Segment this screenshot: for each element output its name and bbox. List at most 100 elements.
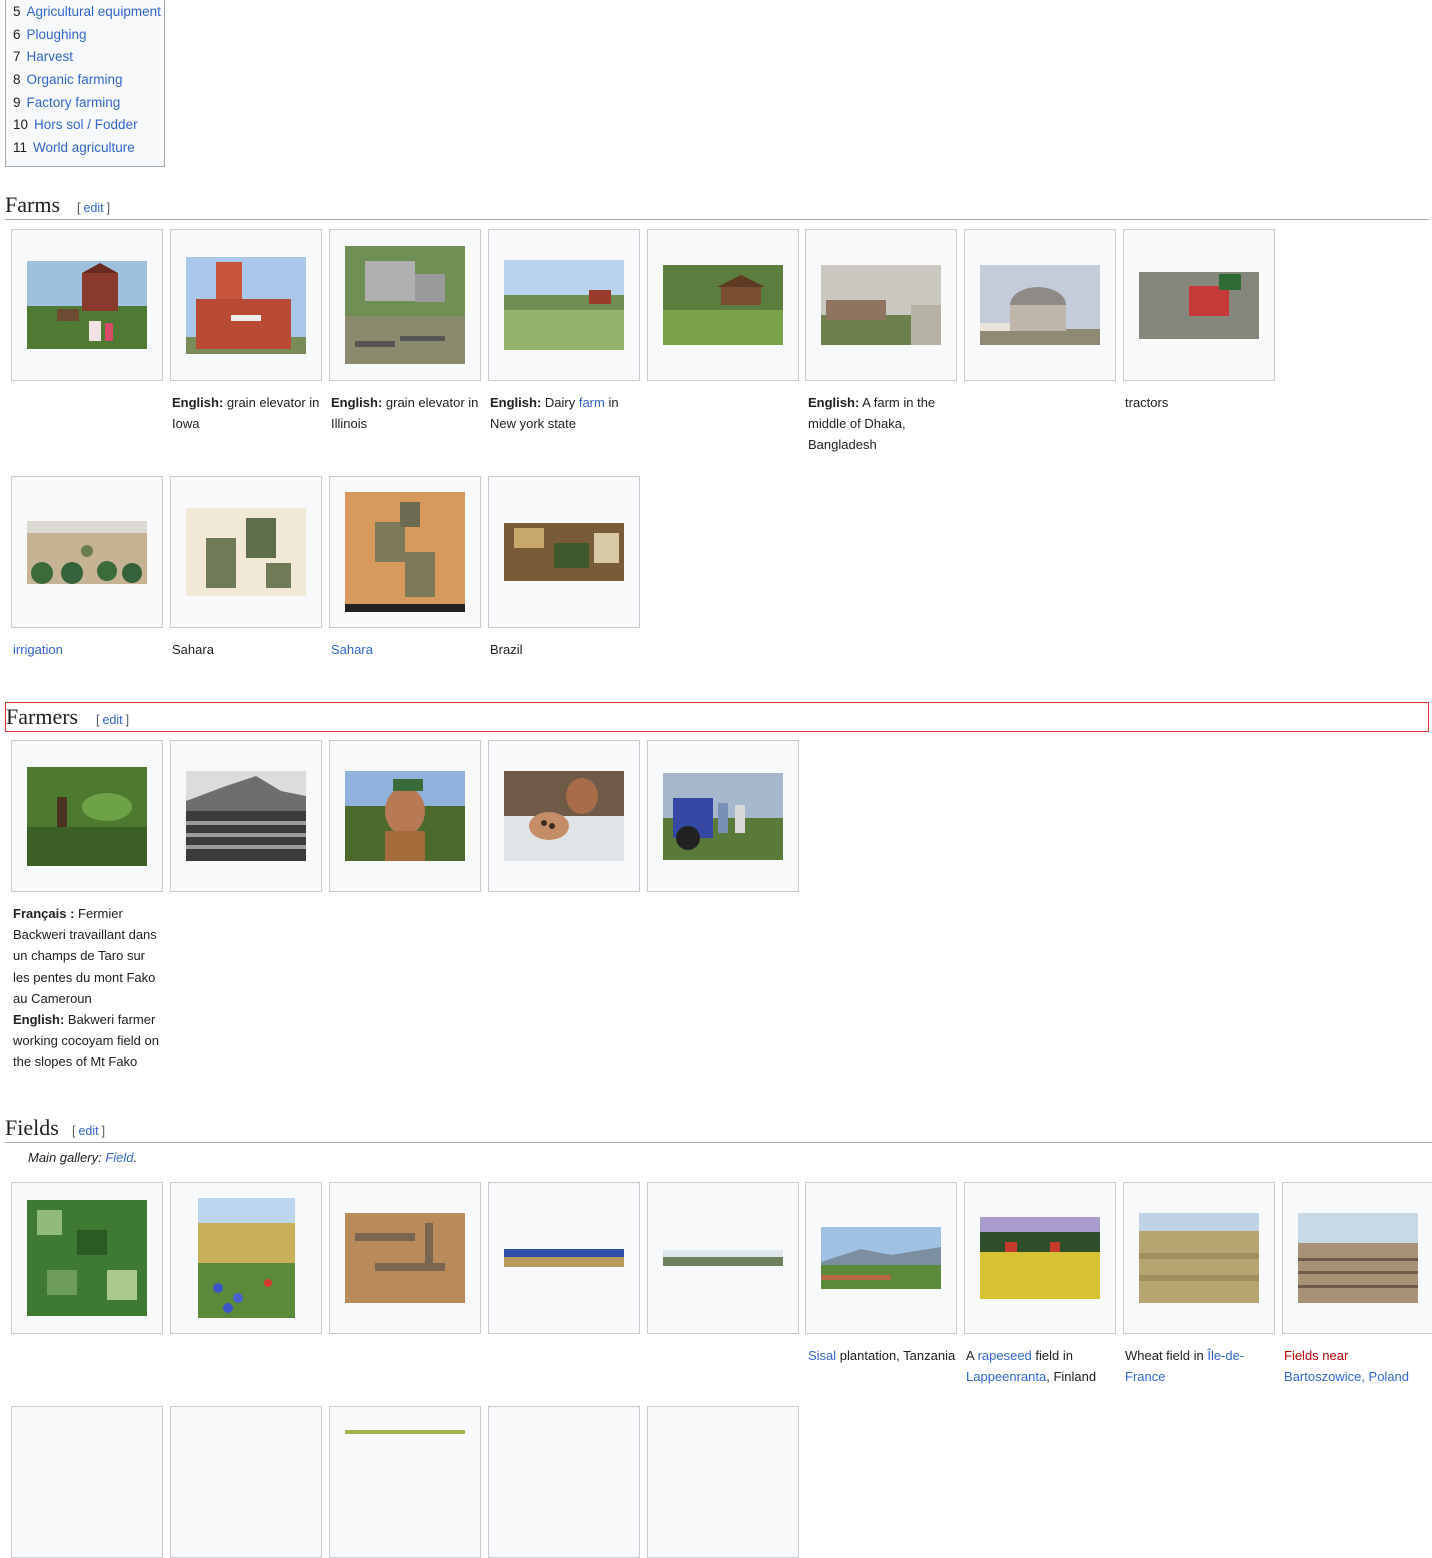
section-title: Fields (5, 1115, 59, 1140)
gallery-image-box[interactable] (11, 229, 163, 381)
field-thumbnail-image[interactable] (345, 1430, 465, 1434)
gallery-image-box[interactable] (329, 1406, 481, 1558)
sahara-farms-image[interactable] (186, 508, 306, 596)
gallery-image-box[interactable] (329, 1182, 481, 1334)
stone-walled-fields-image[interactable] (345, 1213, 465, 1303)
lappeenranta-link[interactable]: Lappeenranta (966, 1369, 1046, 1384)
table-of-contents: 5 Agricultural equipment 6 Ploughing 7 Harv… (5, 0, 165, 167)
gallery-image-box[interactable] (170, 476, 322, 628)
gallery-image-box[interactable] (805, 1182, 957, 1334)
gallery-image-box[interactable] (647, 740, 799, 892)
dairy-farm-image[interactable] (504, 260, 624, 350)
gallery-image-box[interactable] (1282, 1182, 1432, 1334)
gallery-image-box[interactable] (964, 229, 1116, 381)
gallery-image-box[interactable] (647, 1182, 799, 1334)
gallery-caption: Wheat field in Île-de-France (1125, 1348, 1245, 1385)
edit-section-link[interactable]: [edit] (72, 1124, 105, 1138)
farmers-tractor-image[interactable] (663, 773, 783, 860)
rapeseed-field-image[interactable] (980, 1217, 1100, 1299)
gallery-image-box[interactable] (170, 229, 322, 381)
wheat-field-image[interactable] (1139, 1213, 1259, 1303)
gallery-image-box[interactable] (488, 1182, 640, 1334)
toc-number: 11 (13, 140, 28, 156)
gallery-image-box[interactable] (11, 740, 163, 892)
toc-number: 6 (13, 26, 21, 42)
sisal-link[interactable]: Sisal (808, 1348, 836, 1363)
fields-near-redlink[interactable]: Fields near (1284, 1348, 1348, 1363)
toc-link[interactable]: Ploughing (27, 27, 87, 42)
gallery-image-box[interactable] (647, 1406, 799, 1558)
toc-item[interactable]: 6 Ploughing (13, 24, 161, 47)
gallery-image-box[interactable] (1123, 229, 1275, 381)
farm-horses-image[interactable] (27, 261, 147, 349)
farm-workers-bw-image[interactable] (186, 771, 306, 861)
gallery-image-box[interactable] (170, 740, 322, 892)
sisal-plantation-image[interactable] (821, 1227, 941, 1289)
gallery-image-box[interactable] (11, 1182, 163, 1334)
ploughed-fields-image[interactable] (1298, 1213, 1418, 1303)
irrigation-circles-image[interactable] (27, 521, 147, 584)
gallery-image-box[interactable] (329, 229, 481, 381)
toc-number: 8 (13, 72, 21, 88)
toc-item[interactable]: 7 Harvest (13, 46, 161, 69)
edit-section-link[interactable]: [edit] (77, 201, 110, 215)
gallery-caption: English: Dairy farm in New york state (490, 395, 619, 432)
section-heading-farmers: Farmers [edit] (5, 702, 1429, 732)
grain-elevator-iowa-image[interactable] (186, 257, 306, 354)
gallery-image-box[interactable] (11, 1406, 163, 1558)
wildflower-field-image[interactable] (198, 1198, 295, 1318)
round-barn-image[interactable] (980, 265, 1100, 345)
farm-link[interactable]: farm (579, 395, 605, 410)
gallery-caption: English: grain elevator in Illinois (331, 395, 479, 432)
swiss-farm-image[interactable] (663, 265, 783, 345)
gallery-image-box[interactable] (329, 740, 481, 892)
toc-item[interactable]: 9 Factory farming (13, 92, 161, 115)
gallery-image-box[interactable] (805, 229, 957, 381)
toc-item[interactable]: 5 Agricultural equipment (13, 1, 161, 24)
gallery-caption: Fields near Bartoszowice, Poland (1284, 1345, 1432, 1387)
edit-section-link[interactable]: [edit] (96, 713, 129, 727)
rapeseed-link[interactable]: rapeseed (978, 1348, 1032, 1363)
toc-link[interactable]: Agricultural equipment (27, 4, 161, 19)
toc-item[interactable]: 11 World agriculture (13, 137, 161, 160)
toc-link[interactable]: Organic farming (27, 72, 123, 87)
bartoszowice-link[interactable]: Bartoszowice, Poland (1284, 1369, 1409, 1384)
panorama-field-image[interactable] (504, 1249, 624, 1267)
sahara-link[interactable]: Sahara (331, 642, 373, 657)
gallery-caption: Brazil (490, 642, 523, 657)
gallery-image-box[interactable] (488, 740, 640, 892)
toc-link[interactable]: World agriculture (33, 140, 135, 155)
gallery-image-box[interactable] (488, 229, 640, 381)
child-holding-seeds-image[interactable] (504, 771, 624, 861)
fields-satellite-image[interactable] (27, 1200, 147, 1316)
section-title: Farmers (6, 704, 79, 729)
gallery-image-box[interactable] (488, 1406, 640, 1558)
toc-link[interactable]: Factory farming (27, 95, 121, 110)
farmer-cocoyam-image[interactable] (27, 767, 147, 866)
toc-item[interactable]: 8 Organic farming (13, 69, 161, 92)
toc-link[interactable]: Harvest (27, 49, 74, 64)
panorama-landscape-image[interactable] (663, 1250, 783, 1266)
gallery-image-box[interactable] (964, 1182, 1116, 1334)
tractor-aerial-image[interactable] (1139, 272, 1259, 339)
field-gallery-link[interactable]: Field (105, 1150, 133, 1165)
toc-item[interactable]: 10 Hors sol / Fodder (13, 114, 161, 137)
gallery-image-box[interactable] (170, 1182, 322, 1334)
gallery-image-box[interactable] (647, 229, 799, 381)
dhaka-farm-image[interactable] (821, 265, 941, 345)
gallery-image-box[interactable] (1123, 1182, 1275, 1334)
farmer-portrait-image[interactable] (345, 771, 465, 861)
gallery-image-box[interactable] (11, 476, 163, 628)
grain-elevator-illinois-image[interactable] (345, 246, 465, 364)
brazil-aerial-image[interactable] (504, 523, 624, 581)
gallery-caption: Sisal plantation, Tanzania (808, 1348, 956, 1363)
sahara-satellite-image[interactable] (345, 492, 465, 612)
toc-link[interactable]: Hors sol / Fodder (34, 117, 138, 132)
gallery-image-box[interactable] (170, 1406, 322, 1558)
gallery-image-box[interactable] (488, 476, 640, 628)
irrigation-link[interactable]: irrigation (13, 642, 63, 657)
gallery-image-box[interactable] (329, 476, 481, 628)
gallery-caption: Sahara (172, 642, 214, 657)
gallery-caption: A rapeseed field in Lappeenranta, Finlan… (966, 1348, 1097, 1385)
gallery-caption: irrigation (13, 639, 163, 660)
